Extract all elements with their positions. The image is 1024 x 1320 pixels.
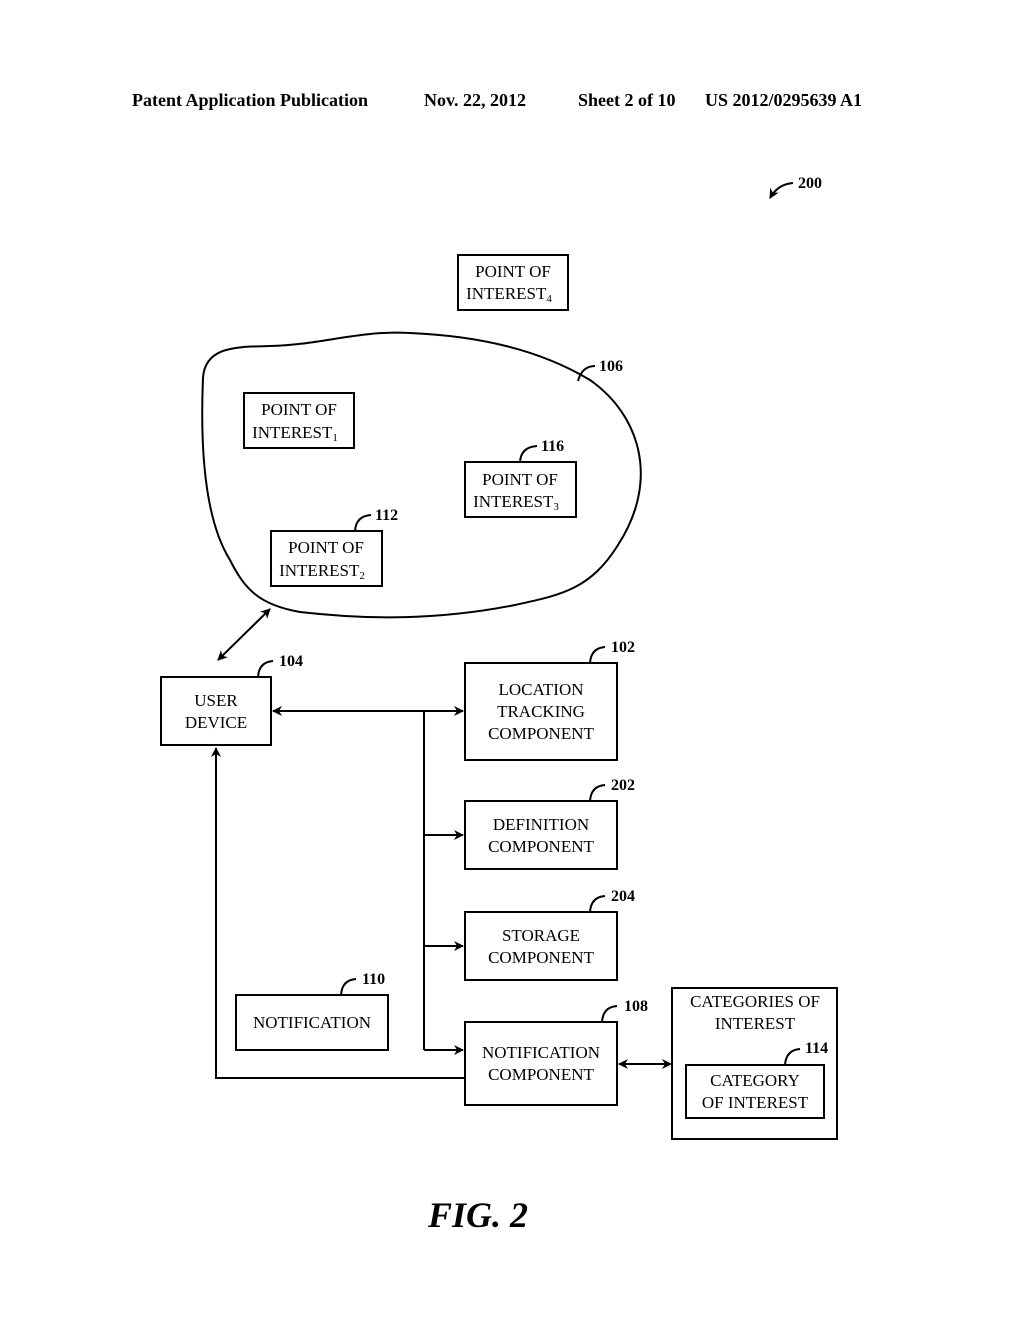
diagram: 200 POINT OF INTEREST4 106 POINT OF INTE… [160,175,838,1140]
poi-4-line1: POINT OF [475,262,551,281]
poi-2-ref: 112 [375,507,398,524]
poi-4-box: POINT OF INTEREST4 [457,254,569,311]
figure-ref-label: 200 [798,175,822,192]
location-tracking-line3: COMPONENT [488,724,594,743]
poi-1-line1: POINT OF [261,400,337,419]
poi-3-line1: POINT OF [482,470,558,489]
poi-2-line1: POINT OF [288,538,364,557]
poi-2-box: POINT OF INTEREST2 112 [270,507,398,587]
categories-line2: INTEREST [715,1014,796,1033]
poi-4-sub: 4 [546,293,552,305]
categories-box: CATEGORIES OF INTEREST CATEGORY OF INTER… [671,987,838,1140]
poi-1-box: POINT OF INTEREST1 [243,392,355,449]
poi-3-ref: 116 [541,438,564,455]
categories-line1: CATEGORIES OF [690,992,820,1011]
notification-component-ref: 108 [624,998,648,1015]
definition-line1: DEFINITION [493,815,589,834]
svg-text:INTEREST1: INTEREST1 [252,423,338,444]
notification-ref: 110 [362,971,385,988]
storage-line2: COMPONENT [488,948,594,967]
region-ref-label: 106 [599,358,623,375]
notification-component-box: NOTIFICATION COMPONENT 108 [464,998,648,1106]
poi-1-line2: INTEREST [252,423,333,442]
poi-1-sub: 1 [332,432,338,444]
storage-line1: STORAGE [502,926,580,945]
storage-box: STORAGE COMPONENT 204 [464,888,635,981]
storage-ref: 204 [611,888,635,905]
notification-component-line1: NOTIFICATION [482,1043,600,1062]
svg-text:INTEREST2: INTEREST2 [279,561,365,582]
user-device-ref: 104 [279,653,303,670]
location-tracking-line2: TRACKING [497,702,585,721]
poi-4-line2: INTEREST [466,284,547,303]
poi-2-line2: INTEREST [279,561,360,580]
svg-text:INTEREST3: INTEREST3 [473,492,559,513]
user-device-box: USER DEVICE 104 [160,653,303,746]
notification-component-line2: COMPONENT [488,1065,594,1084]
definition-line2: COMPONENT [488,837,594,856]
poi-2-sub: 2 [359,570,365,582]
location-tracking-ref: 102 [611,639,635,656]
figure-ref-arrow [769,182,794,199]
device-region-arrow [217,608,271,661]
user-device-line1: USER [194,691,238,710]
definition-ref: 202 [611,777,635,794]
category-line2: OF INTEREST [702,1093,809,1112]
figure-ref-200: 200 [769,175,822,199]
figure-label: FIG. 2 [428,1195,529,1235]
user-device-line2: DEVICE [185,713,247,732]
poi-3-box: POINT OF INTEREST3 116 [464,438,577,518]
notification-label: NOTIFICATION [253,1013,371,1032]
definition-box: DEFINITION COMPONENT 202 [464,777,635,870]
poi-3-sub: 3 [553,501,559,513]
category-ref: 114 [805,1040,828,1057]
location-tracking-box: LOCATION TRACKING COMPONENT 102 [464,639,635,761]
svg-text:INTEREST4: INTEREST4 [466,284,552,305]
category-line1: CATEGORY [710,1071,800,1090]
poi-3-line2: INTEREST [473,492,554,511]
notification-box: NOTIFICATION 110 [235,971,389,1051]
location-tracking-line1: LOCATION [499,680,584,699]
